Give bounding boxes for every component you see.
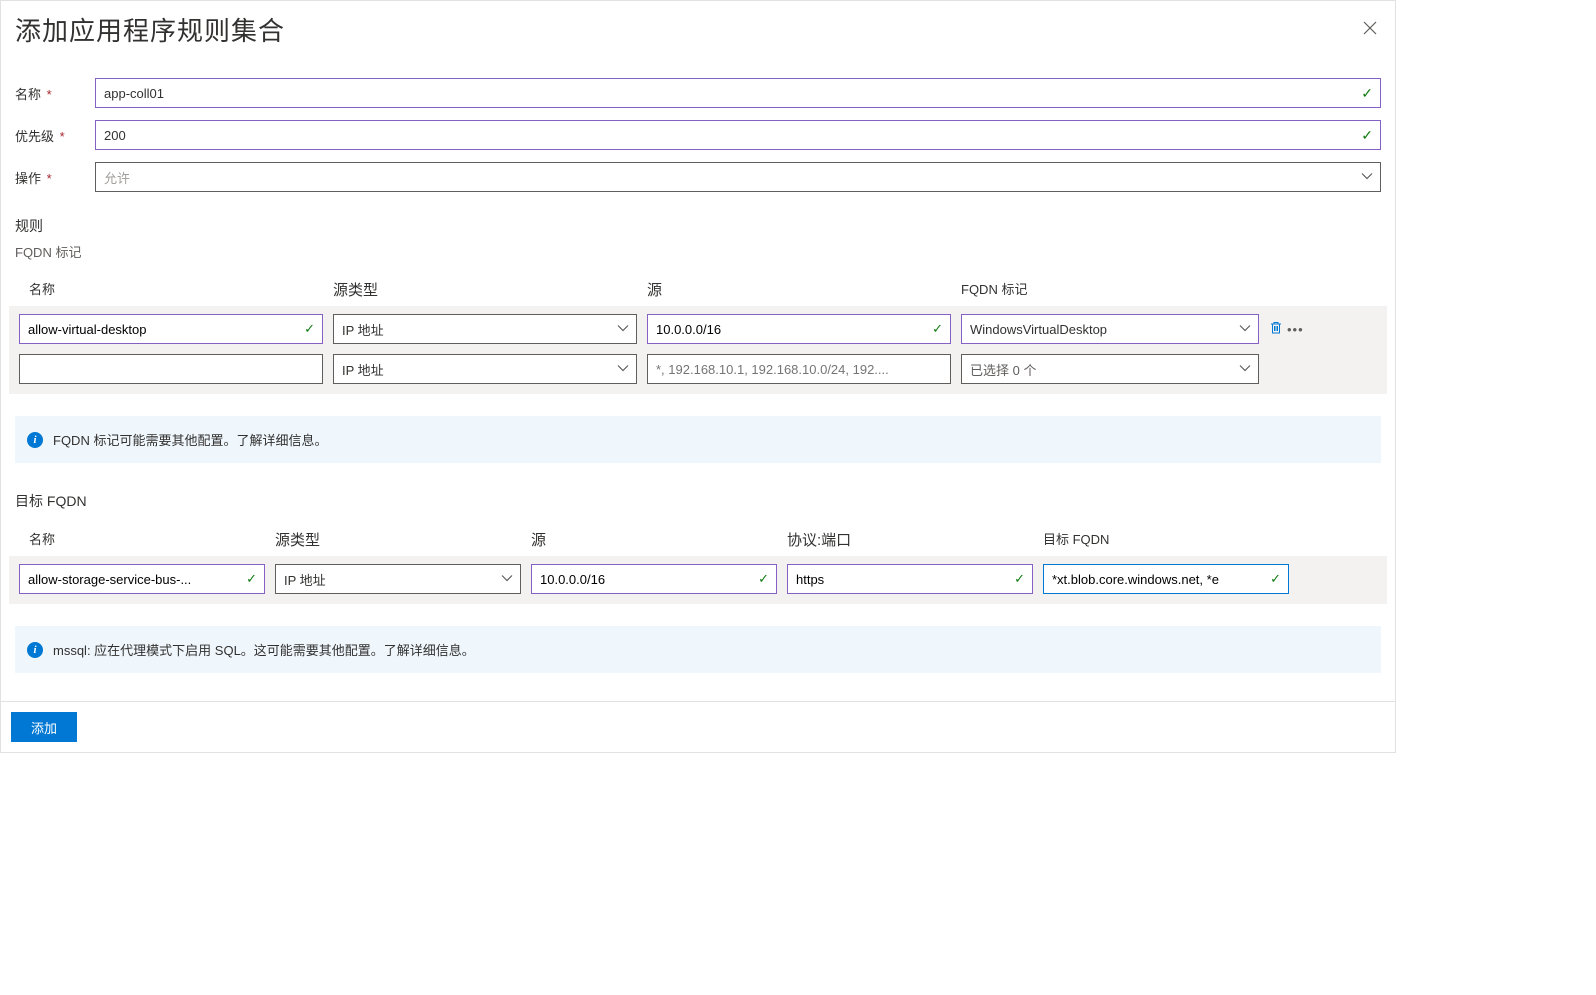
rule-fqdn-tag-select[interactable]: 已选择 0 个 xyxy=(961,354,1259,384)
target-fqdn-section-label: 目标 FQDN xyxy=(15,491,1381,511)
close-button[interactable] xyxy=(1359,15,1381,44)
target-fqdn-rules-grid: ✓ IP 地址 ✓ ✓ ✓ xyxy=(9,556,1387,604)
fqdn-info-text: FQDN 标记可能需要其他配置。了解详细信息。 xyxy=(53,430,327,449)
col-header-proto: 协议:端口 xyxy=(787,529,1033,550)
rule-src-input[interactable] xyxy=(531,564,777,594)
rule-src-type-select[interactable]: IP 地址 xyxy=(275,564,521,594)
priority-label: 优先级 * xyxy=(15,126,95,145)
col-header-name: 名称 xyxy=(19,279,323,300)
rule-src-type-select[interactable]: IP 地址 xyxy=(333,354,637,384)
delete-row-button[interactable] xyxy=(1269,321,1283,338)
close-icon xyxy=(1363,21,1377,35)
fqdn-tag-section-label: FQDN 标记 xyxy=(15,242,1381,261)
target-fqdn-rule-row: ✓ IP 地址 ✓ ✓ ✓ xyxy=(15,560,1381,598)
target-fqdn-info-box: i mssql: 应在代理模式下启用 SQL。这可能需要其他配置。了解详细信息。 xyxy=(15,626,1381,673)
fqdn-rules-grid: ✓ IP 地址 ✓ WindowsVirtualDesktop ••• xyxy=(9,306,1387,394)
target-fqdn-info-text: mssql: 应在代理模式下启用 SQL。这可能需要其他配置。了解详细信息。 xyxy=(53,640,475,659)
rule-name-input[interactable] xyxy=(19,354,323,384)
col-header-src-type: 源类型 xyxy=(333,279,637,300)
rule-src-type-select[interactable]: IP 地址 xyxy=(333,314,637,344)
action-select[interactable]: 允许 xyxy=(95,162,1381,192)
rule-name-input[interactable] xyxy=(19,564,265,594)
priority-input[interactable] xyxy=(95,120,1381,150)
rules-section-label: 规则 xyxy=(15,216,1381,236)
col-header-target-fqdn: 目标 FQDN xyxy=(1043,529,1289,550)
add-button[interactable]: 添加 xyxy=(11,712,77,742)
name-label: 名称 * xyxy=(15,84,95,103)
rule-proto-input[interactable] xyxy=(787,564,1033,594)
col-header-fqdn-tag: FQDN 标记 xyxy=(961,279,1259,300)
rule-src-input[interactable] xyxy=(647,354,951,384)
action-label: 操作 * xyxy=(15,168,95,187)
info-icon: i xyxy=(27,642,43,658)
col-header-name: 名称 xyxy=(19,529,265,550)
fqdn-info-box: i FQDN 标记可能需要其他配置。了解详细信息。 xyxy=(15,416,1381,463)
panel-title: 添加应用程序规则集合 xyxy=(15,11,285,48)
fqdn-rule-row: ✓ IP 地址 ✓ WindowsVirtualDesktop ••• xyxy=(15,310,1381,348)
col-header-src-type: 源类型 xyxy=(275,529,521,550)
add-rule-collection-panel: 添加应用程序规则集合 名称 * ✓ 优先级 * ✓ 操作 * 允许 规则 FQD… xyxy=(0,0,1396,753)
name-input[interactable] xyxy=(95,78,1381,108)
rule-name-input[interactable] xyxy=(19,314,323,344)
rule-src-input[interactable] xyxy=(647,314,951,344)
fqdn-rule-row: IP 地址 已选择 0 个 xyxy=(15,350,1381,388)
rule-fqdn-tag-select[interactable]: WindowsVirtualDesktop xyxy=(961,314,1259,344)
more-actions-button[interactable]: ••• xyxy=(1287,322,1304,337)
col-header-src: 源 xyxy=(647,279,951,300)
trash-icon xyxy=(1269,321,1283,335)
info-icon: i xyxy=(27,432,43,448)
rule-target-fqdn-input[interactable] xyxy=(1043,564,1289,594)
col-header-src: 源 xyxy=(531,529,777,550)
